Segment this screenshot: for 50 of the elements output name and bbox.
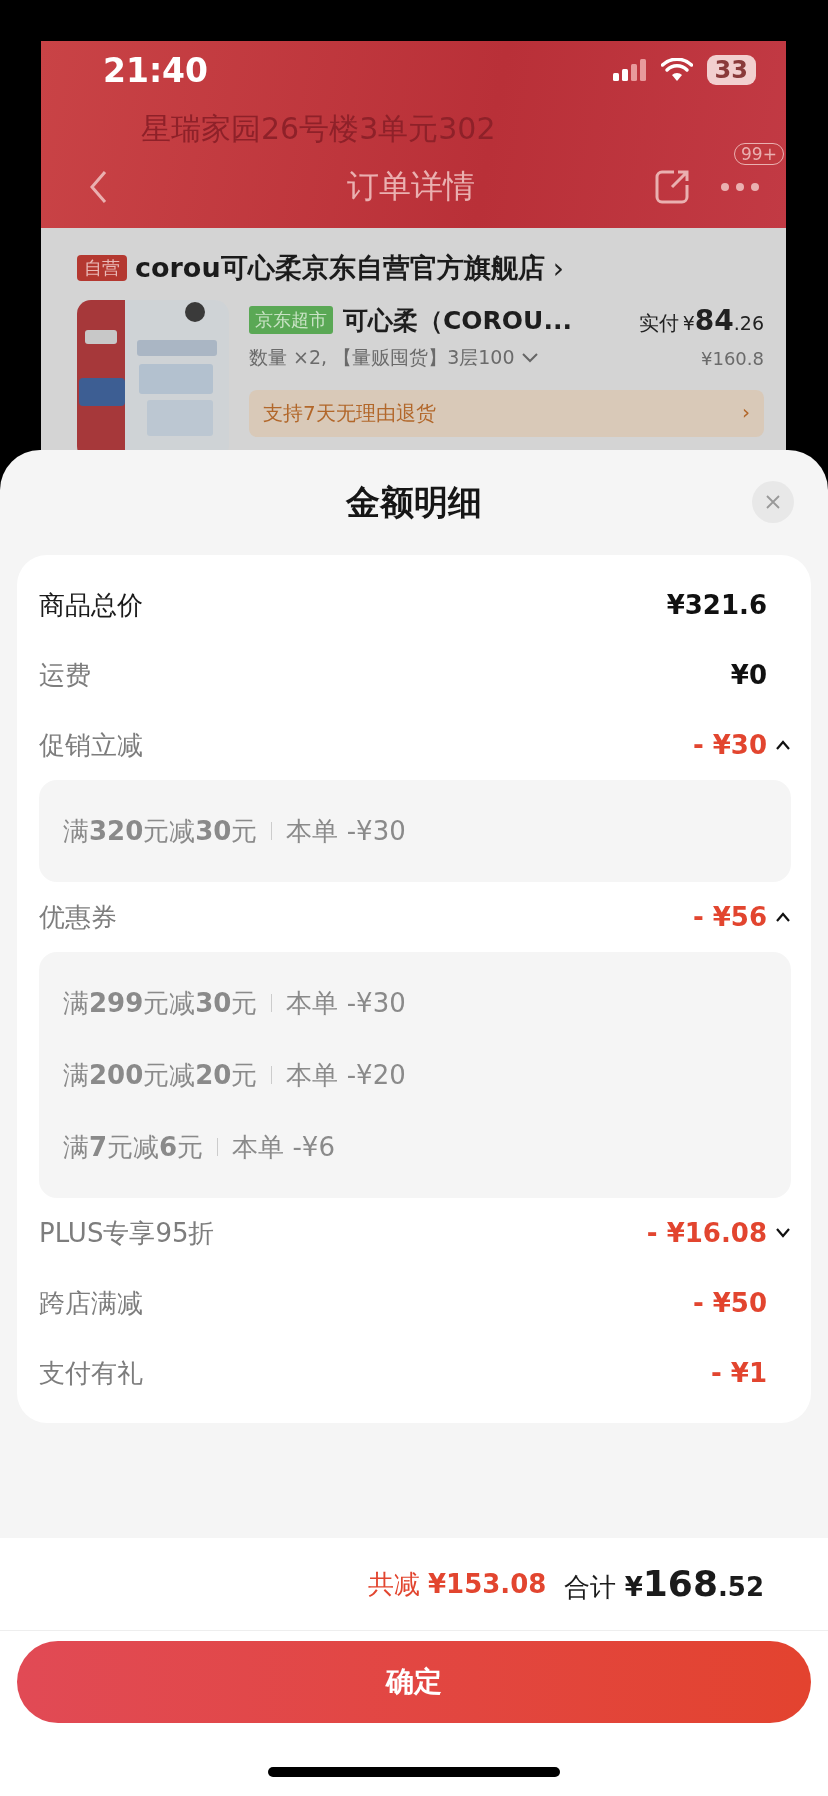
collapse-icon[interactable] [775, 740, 791, 750]
discount-rule: 满299元减30元 [63, 986, 258, 1020]
self-operated-tag: 自营 [77, 255, 127, 281]
discount-rule: 满200元减20元 [63, 1058, 258, 1092]
dropdown-icon [522, 353, 539, 363]
more-icon[interactable] [720, 182, 760, 192]
collapse-icon[interactable] [775, 912, 791, 922]
expand-icon[interactable] [775, 1228, 791, 1238]
battery-icon: 33 [706, 55, 756, 85]
product-spec[interactable]: 数量 ×2, 【量贩囤货】3层100 [249, 345, 515, 371]
row-label: 促销立减 [39, 728, 143, 762]
row-label: PLUS专享95折 [39, 1216, 215, 1250]
row-amount: - ¥16.08 [646, 1218, 767, 1248]
row-amount: - ¥50 [692, 1288, 767, 1318]
total-saved: 共减 ¥153.08 [367, 1567, 547, 1601]
discount-amount: 本单 -¥30 [286, 814, 406, 848]
message-badge: 99+ [734, 143, 784, 165]
paid-price: 实付 ¥84.26 [638, 303, 764, 337]
row-amount: - ¥56 [692, 902, 767, 932]
wifi-icon [660, 58, 693, 82]
row-label: 优惠券 [39, 900, 117, 934]
product-name: 可心柔（COROU... [343, 304, 572, 337]
row-label: 跨店满减 [39, 1286, 143, 1320]
page-title: 订单详情 [345, 165, 476, 207]
row-amount: - ¥30 [692, 730, 767, 760]
discount-amount: 本单 -¥30 [286, 986, 406, 1020]
chevron-icon: › [552, 251, 564, 285]
store-name[interactable]: corou可心柔京东自营官方旗舰店 [135, 250, 545, 286]
original-price: ¥160.8 [701, 347, 764, 369]
status-time: 21:40 [103, 50, 209, 90]
close-icon [766, 495, 780, 509]
discount-amount: 本单 -¥6 [232, 1130, 335, 1164]
row-amount: ¥321.6 [666, 590, 767, 620]
close-button[interactable] [752, 481, 794, 523]
discount-amount: 本单 -¥20 [286, 1058, 406, 1092]
confirm-button[interactable]: 确定 [17, 1641, 811, 1723]
discount-rule: 满320元减30元 [63, 814, 258, 848]
row-amount: ¥0 [730, 660, 767, 690]
back-icon[interactable] [89, 169, 107, 204]
share-icon[interactable] [654, 168, 690, 205]
signal-icon [612, 59, 647, 81]
row-amount: - ¥1 [710, 1358, 767, 1388]
row-label: 支付有礼 [39, 1356, 143, 1390]
sheet-title: 金额明细 [346, 480, 482, 524]
return-policy-banner[interactable]: 支持7天无理由退货 › [249, 390, 764, 437]
row-label: 商品总价 [39, 588, 143, 622]
discount-rule: 满7元减6元 [63, 1130, 204, 1164]
total-price: 合计 ¥168.52 [564, 1563, 764, 1605]
row-label: 运费 [39, 658, 91, 692]
supermarket-tag: 京东超市 [249, 306, 333, 334]
